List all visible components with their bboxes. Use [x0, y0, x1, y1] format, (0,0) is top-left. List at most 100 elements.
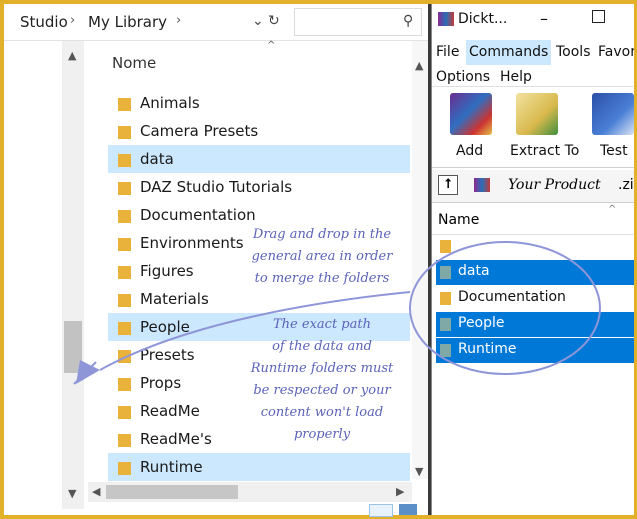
- folder-icon: [440, 344, 451, 357]
- column-header-name[interactable]: Nome: [112, 54, 156, 72]
- extract-to-icon[interactable]: [516, 93, 558, 135]
- archive-item-name: Documentation: [458, 289, 566, 305]
- archive-extension: .zi: [618, 177, 634, 193]
- folder-icon: [118, 126, 131, 139]
- breadcrumb-separator-icon: ›: [176, 13, 182, 28]
- annotation-line: properly: [293, 427, 351, 442]
- archive-row[interactable]: Documentation: [436, 286, 634, 311]
- scroll-right-icon[interactable]: ▶: [396, 485, 404, 498]
- folder-icon: [118, 210, 131, 223]
- annotation-line: general area in order: [251, 249, 393, 264]
- folder-name: Presets: [140, 346, 195, 364]
- add-button[interactable]: Add: [456, 143, 483, 159]
- horizontal-scrollbar[interactable]: ◀ ▶: [88, 482, 412, 502]
- folder-icon: [118, 462, 131, 475]
- annotation-exact-path: The exact path of the data and Runtime f…: [240, 314, 404, 446]
- folder-row[interactable]: DAZ Studio Tutorials: [108, 173, 410, 201]
- folder-icon: [440, 318, 451, 331]
- breadcrumb-separator-icon: ›: [70, 13, 76, 28]
- menu-favorites[interactable]: Favor: [598, 40, 634, 65]
- refresh-icon[interactable]: ↻: [268, 13, 280, 29]
- folder-name: Environments: [140, 234, 244, 252]
- folder-name: Materials: [140, 290, 209, 308]
- scroll-left-icon[interactable]: ◀: [92, 485, 100, 498]
- folder-icon: [118, 406, 131, 419]
- scrollbar-thumb[interactable]: [106, 485, 238, 499]
- folder-icon: [118, 350, 131, 363]
- archive-path-bar: ⭡ Your Product .zi: [432, 170, 634, 203]
- search-input[interactable]: ⚲: [294, 8, 422, 36]
- up-one-level-icon[interactable]: ⭡: [438, 175, 458, 195]
- archive-row[interactable]: data: [436, 260, 634, 285]
- breadcrumb-studio[interactable]: Studio: [20, 13, 68, 31]
- folder-icon: [440, 292, 451, 305]
- annotation-line: content won't load: [260, 405, 384, 420]
- folder-name: data: [140, 150, 174, 168]
- archive-item-name: Runtime: [458, 341, 517, 357]
- file-list-scrollbar[interactable]: ▲ ▼: [412, 41, 428, 479]
- column-header-name[interactable]: Name: [438, 212, 479, 228]
- minimize-icon[interactable]: –: [540, 9, 548, 28]
- sort-up-icon: ^: [608, 204, 617, 215]
- large-icons-view-icon[interactable]: [399, 504, 417, 515]
- folder-name: People: [140, 318, 190, 336]
- folder-icon: [118, 266, 131, 279]
- search-icon: ⚲: [402, 13, 413, 29]
- folder-icon: [118, 294, 131, 307]
- folder-icon: [440, 266, 451, 279]
- window-title: Dickt...: [458, 11, 508, 27]
- maximize-icon[interactable]: [592, 10, 605, 23]
- test-button[interactable]: Test: [600, 143, 628, 159]
- folder-icon: [118, 238, 131, 251]
- sort-up-icon: ^: [267, 40, 276, 51]
- annotation-merge-folders: Drag and drop in the general area in ord…: [240, 224, 404, 290]
- folder-icon: [118, 154, 131, 167]
- archive-row[interactable]: People: [436, 312, 634, 337]
- details-view-icon[interactable]: [369, 504, 393, 517]
- scroll-down-icon[interactable]: ▼: [68, 487, 76, 500]
- folder-icon: [118, 98, 131, 111]
- folder-row[interactable]: Runtime: [108, 453, 410, 481]
- folder-name: Props: [140, 374, 182, 392]
- archive-list-header[interactable]: Name ^: [432, 204, 634, 235]
- scroll-up-icon[interactable]: ▲: [415, 59, 423, 72]
- folder-name: Camera Presets: [140, 122, 259, 140]
- test-archive-icon[interactable]: [592, 93, 634, 135]
- folder-icon: [118, 434, 131, 447]
- dropdown-chevron-icon[interactable]: ⌄: [252, 13, 264, 29]
- folder-icon: [440, 240, 451, 253]
- folder-icon: [118, 182, 131, 195]
- scrollbar-thumb[interactable]: [64, 321, 82, 373]
- folder-row[interactable]: data: [108, 145, 410, 173]
- winrar-toolbar: Add Extract To Test: [432, 86, 634, 168]
- folder-row[interactable]: Camera Presets: [108, 117, 410, 145]
- folder-name: Documentation: [140, 206, 256, 224]
- extract-to-button[interactable]: Extract To: [510, 143, 579, 159]
- folder-name: Animals: [140, 94, 200, 112]
- scroll-down-icon[interactable]: ▼: [415, 465, 423, 478]
- archive-row[interactable]: [436, 234, 634, 259]
- folder-icon: [118, 378, 131, 391]
- add-archive-icon[interactable]: [450, 93, 492, 135]
- annotation-line: of the data and: [272, 339, 372, 354]
- address-bar[interactable]: Studio › My Library › ⌄ ↻ ⚲: [4, 4, 428, 41]
- archive-item-name: data: [458, 263, 490, 279]
- annotation-line: Runtime folders must: [250, 361, 394, 376]
- annotation-line: to merge the folders: [254, 271, 390, 286]
- navigation-pane-scrollbar[interactable]: ▲ ▼: [62, 41, 84, 509]
- menu-commands[interactable]: Commands: [466, 40, 552, 65]
- archive-item-name: People: [458, 315, 505, 331]
- menu-file[interactable]: File: [436, 40, 459, 65]
- folder-icon: [118, 322, 131, 335]
- archive-row[interactable]: Runtime: [436, 338, 634, 363]
- scroll-up-icon[interactable]: ▲: [68, 49, 76, 62]
- breadcrumb-my-library[interactable]: My Library: [88, 13, 167, 31]
- folder-name: DAZ Studio Tutorials: [140, 178, 293, 196]
- archive-icon: [474, 178, 490, 192]
- annotation-line: be respected or your: [253, 383, 391, 398]
- folder-row[interactable]: Animals: [108, 89, 410, 117]
- folder-name: Runtime: [140, 458, 203, 476]
- winrar-window: Dickt... – File Commands Tools Favor Opt…: [431, 4, 634, 515]
- menu-tools[interactable]: Tools: [556, 40, 591, 65]
- winrar-logo-icon: [438, 12, 454, 26]
